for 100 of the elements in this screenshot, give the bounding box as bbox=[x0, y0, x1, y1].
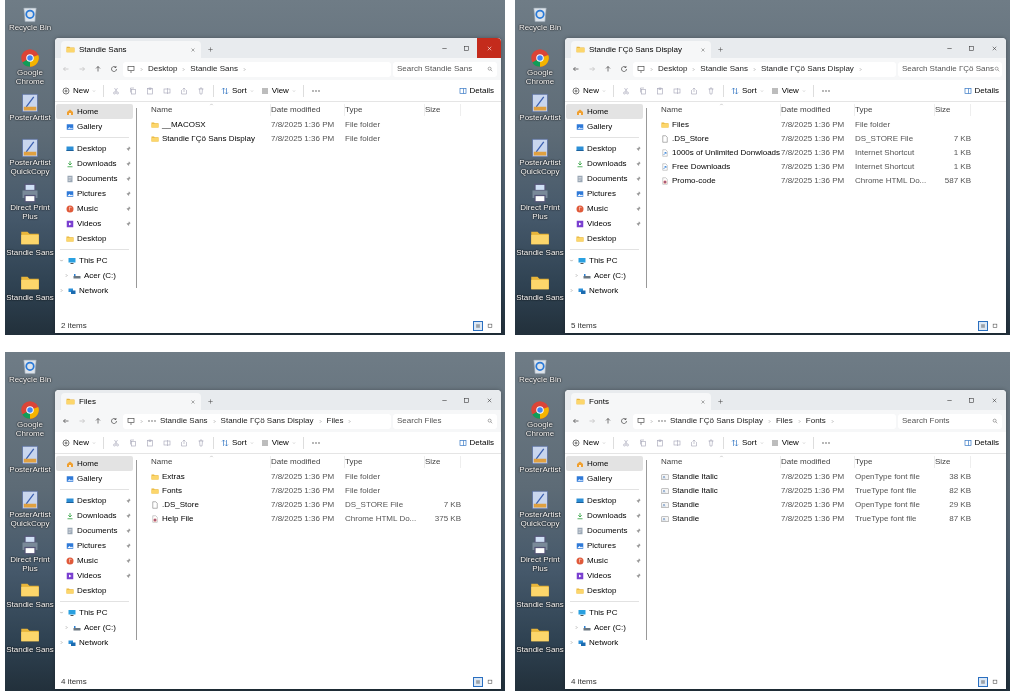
details-view-button[interactable] bbox=[978, 321, 988, 331]
tree-item[interactable]: Network bbox=[576, 636, 619, 649]
sidebar-item[interactable]: Videos bbox=[566, 216, 643, 231]
tree-item[interactable]: Acer (C:) bbox=[581, 269, 626, 282]
sidebar-item[interactable]: Desktop bbox=[56, 141, 133, 156]
app-icon[interactable] bbox=[20, 93, 40, 113]
scrollbar[interactable] bbox=[135, 460, 137, 640]
desktop-icon-label[interactable]: Standie Sans bbox=[6, 600, 54, 609]
desktop-icon-label[interactable]: Google Chrome bbox=[5, 68, 55, 86]
desktop-icon-label[interactable]: Standie Sans bbox=[6, 293, 54, 302]
column-header[interactable]: Size bbox=[425, 456, 461, 468]
sidebar-item[interactable]: Documents bbox=[56, 523, 133, 538]
file-name[interactable]: Standie bbox=[672, 513, 700, 525]
breadcrumb[interactable]: Standie ΓÇö Sans Display bbox=[220, 415, 314, 427]
sort-button[interactable]: Sort bbox=[728, 435, 767, 450]
browser-icon[interactable] bbox=[20, 400, 40, 420]
breadcrumb[interactable]: Standie Sans bbox=[700, 63, 748, 75]
details-view-button[interactable] bbox=[978, 677, 988, 687]
search-field[interactable]: Search Fonts bbox=[898, 413, 1002, 429]
desktop-icon-label[interactable]: Recycle Bin bbox=[8, 23, 52, 32]
printer-icon[interactable] bbox=[530, 183, 550, 203]
tree-item[interactable]: Network bbox=[576, 284, 619, 297]
sort-button[interactable]: Sort bbox=[728, 83, 767, 98]
sidebar-item[interactable]: Gallery bbox=[56, 119, 133, 134]
tiles-view-button[interactable] bbox=[990, 321, 1000, 331]
sidebar-item[interactable]: Home bbox=[566, 104, 643, 119]
column-header[interactable]: Date modified bbox=[271, 104, 345, 116]
address-field[interactable]: Standie Sans Standie ΓÇö Sans Display Files bbox=[123, 413, 391, 429]
sidebar-item[interactable]: Gallery bbox=[566, 119, 643, 134]
chevron-right-icon[interactable] bbox=[574, 625, 579, 630]
sidebar-item[interactable]: Music bbox=[56, 553, 133, 568]
column-header[interactable]: Name bbox=[653, 104, 781, 116]
desktop-icon-label[interactable]: PosterArtist bbox=[9, 465, 51, 474]
sidebar-item[interactable]: Videos bbox=[56, 216, 133, 231]
details-button[interactable]: Details bbox=[960, 83, 1002, 98]
file-name[interactable]: Extras bbox=[162, 471, 185, 483]
app-icon[interactable] bbox=[20, 445, 40, 465]
view-button[interactable]: View bbox=[767, 83, 809, 98]
address-field[interactable]: Standie ΓÇö Sans Display Files Fonts bbox=[633, 413, 896, 429]
sidebar-item[interactable]: Gallery bbox=[56, 471, 133, 486]
sidebar-item[interactable]: Music bbox=[566, 553, 643, 568]
file-name[interactable]: Promo-code bbox=[672, 175, 716, 187]
breadcrumb[interactable]: Standie Sans bbox=[160, 415, 208, 427]
desktop-icon-label[interactable]: Standie Sans bbox=[516, 645, 564, 654]
app-icon[interactable] bbox=[530, 490, 550, 510]
sidebar-item[interactable]: Downloads bbox=[56, 156, 133, 171]
scrollbar[interactable] bbox=[135, 108, 137, 288]
app-icon[interactable] bbox=[530, 93, 550, 113]
file-name[interactable]: Fonts bbox=[162, 485, 182, 497]
column-header[interactable]: Date modified bbox=[781, 456, 855, 468]
tree-item[interactable]: This PC bbox=[66, 254, 108, 267]
desktop-icon-label[interactable]: Recycle Bin bbox=[518, 23, 562, 32]
address-field[interactable]: Desktop Standie Sans bbox=[123, 61, 391, 77]
new-button[interactable]: New bbox=[569, 435, 609, 450]
view-button[interactable]: View bbox=[767, 435, 809, 450]
sidebar-item[interactable]: Desktop bbox=[566, 583, 643, 598]
desktop-icon-label[interactable]: PosterArtist bbox=[519, 465, 561, 474]
file-name[interactable]: Free Downloads bbox=[672, 161, 731, 173]
tab[interactable]: Standie ΓÇö Sans Display bbox=[571, 41, 711, 58]
sidebar-item[interactable]: Videos bbox=[56, 568, 133, 583]
desktop-icon-label[interactable]: PosterArtist QuickCopy bbox=[515, 158, 565, 176]
sidebar-item[interactable]: Pictures bbox=[56, 186, 133, 201]
tree-item[interactable]: This PC bbox=[66, 606, 108, 619]
breadcrumb[interactable]: Files bbox=[326, 415, 344, 427]
printer-icon[interactable] bbox=[530, 535, 550, 555]
sidebar-item[interactable]: Documents bbox=[56, 171, 133, 186]
sidebar-item[interactable]: Desktop bbox=[56, 583, 133, 598]
sidebar-item[interactable]: Pictures bbox=[566, 538, 643, 553]
address-field[interactable]: Desktop Standie Sans Standie ΓÇö Sans Display bbox=[633, 61, 896, 77]
search-field[interactable]: Search Standie Sans bbox=[393, 61, 497, 77]
sidebar-item[interactable]: Music bbox=[56, 201, 133, 216]
tree-item[interactable]: This PC bbox=[576, 606, 618, 619]
chevron-down-icon[interactable] bbox=[569, 258, 574, 263]
sidebar-item[interactable]: Gallery bbox=[566, 471, 643, 486]
desktop-icon-label[interactable]: PosterArtist bbox=[519, 113, 561, 122]
tree-item[interactable]: Acer (C:) bbox=[71, 621, 116, 634]
scrollbar[interactable] bbox=[645, 460, 647, 640]
column-header[interactable]: Date modified bbox=[781, 104, 855, 116]
desktop-icon-label[interactable]: Google Chrome bbox=[515, 420, 565, 438]
file-name[interactable]: Help File bbox=[162, 513, 194, 525]
desktop-icon-label[interactable]: Direct Print Plus bbox=[5, 203, 55, 221]
close-icon[interactable] bbox=[190, 46, 196, 53]
breadcrumb[interactable]: Fonts bbox=[805, 415, 826, 427]
desktop-icon-label[interactable]: PosterArtist QuickCopy bbox=[5, 510, 55, 528]
tree-item[interactable]: Acer (C:) bbox=[581, 621, 626, 634]
desktop-icon-label[interactable]: Standie Sans bbox=[6, 645, 54, 654]
breadcrumb[interactable]: Standie ΓÇö Sans Display bbox=[760, 63, 854, 75]
new-tab-icon[interactable] bbox=[717, 398, 724, 405]
desktop-icon-label[interactable]: PosterArtist bbox=[9, 113, 51, 122]
breadcrumb[interactable]: Files bbox=[775, 415, 793, 427]
app-icon[interactable] bbox=[20, 490, 40, 510]
sidebar-item[interactable]: Desktop bbox=[56, 231, 133, 246]
chevron-down-icon[interactable] bbox=[569, 610, 574, 615]
sidebar-item[interactable]: Documents bbox=[566, 171, 643, 186]
new-tab-icon[interactable] bbox=[207, 398, 214, 405]
chevron-down-icon[interactable] bbox=[59, 258, 64, 263]
sidebar-item[interactable]: Home bbox=[56, 456, 133, 471]
sort-button[interactable]: Sort bbox=[218, 83, 257, 98]
column-header[interactable]: Name bbox=[653, 456, 781, 468]
chevron-right-icon[interactable] bbox=[569, 288, 574, 293]
